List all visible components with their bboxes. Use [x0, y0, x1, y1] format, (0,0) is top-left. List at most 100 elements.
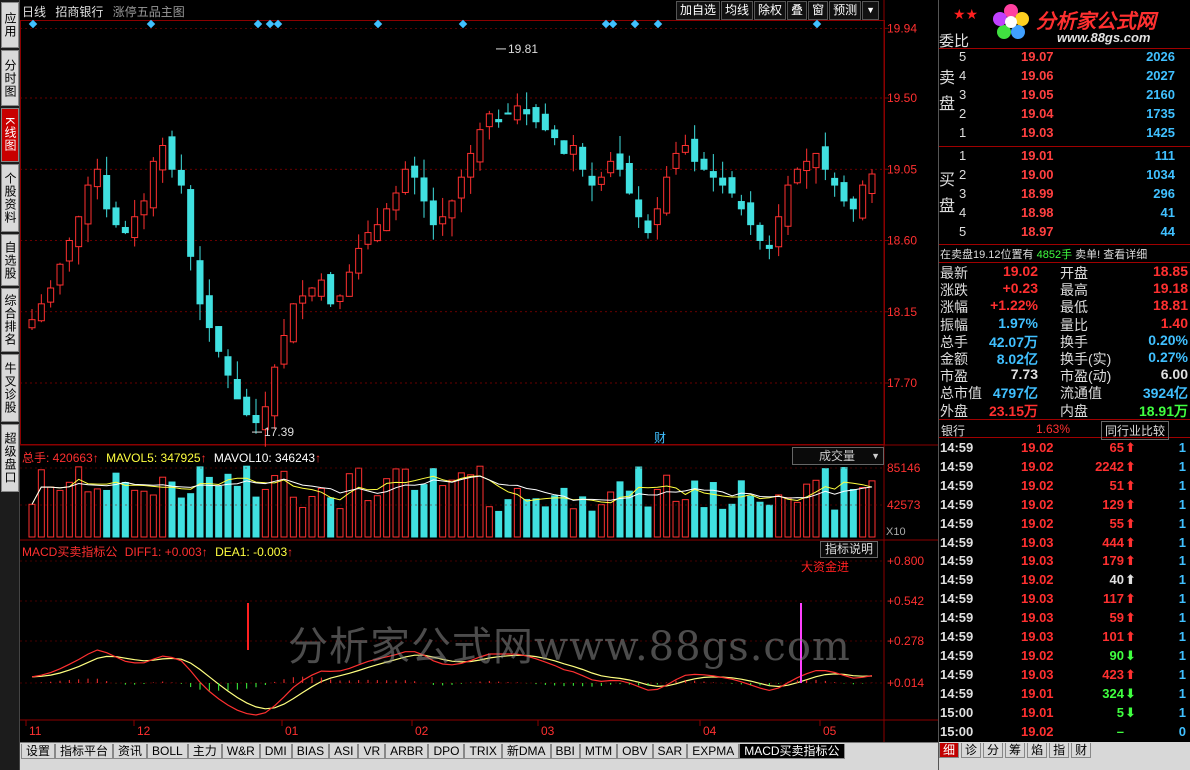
sidebar-item-1[interactable]: 分时图	[1, 50, 19, 106]
volume-bar	[196, 466, 204, 538]
candle	[355, 234, 363, 280]
indicator-tab-1[interactable]: 指标平台	[55, 744, 114, 759]
toolbar-button-1[interactable]: 均线	[721, 1, 754, 20]
sector-name[interactable]: 银行	[941, 422, 965, 439]
sidebar-item-4[interactable]: 自选股	[1, 234, 19, 286]
candle	[859, 180, 867, 221]
sector-bar: 银行 1.63% 同行业比较	[939, 419, 1190, 440]
indicator-tab-7[interactable]: BIAS	[291, 744, 330, 759]
indicator-help-button[interactable]: 指标说明	[820, 541, 878, 558]
quote-row: 外盘 23.15万 内盘 18.91万	[940, 401, 1190, 419]
volume-bar	[168, 481, 176, 538]
indicator-tab-10[interactable]: ARBR	[385, 744, 429, 759]
indicator-tab-9[interactable]: VR	[358, 744, 386, 759]
tick-price: 19.02	[1021, 477, 1054, 493]
volume-bar	[140, 490, 148, 538]
candle	[168, 130, 176, 178]
toolbar-button-0[interactable]: 加自选	[676, 1, 721, 20]
volume-bar	[215, 485, 223, 538]
tick-count: 1	[1178, 477, 1186, 493]
candle	[719, 161, 727, 194]
ask-row[interactable]: 5 19.07 2026	[955, 49, 1190, 68]
kline-chart-area[interactable]: 19.94 19.50 19.05 18.60 18.15 17.70 85146 42573…	[20, 0, 938, 742]
volume-bar	[56, 489, 64, 538]
indicator-tab-12[interactable]: TRIX	[464, 744, 502, 759]
bid-row[interactable]: 2 19.00 1034	[955, 167, 1190, 186]
ask-price: 19.07	[1021, 49, 1054, 64]
rating-stars: ★★	[953, 6, 979, 22]
indicator-tab-3[interactable]: BOLL	[147, 744, 188, 759]
view-detail-link[interactable]: 查看详细	[1103, 249, 1147, 261]
candle	[700, 151, 708, 171]
sidebar-item-3[interactable]: 个股资料	[1, 164, 19, 232]
volume-indicator-select[interactable]: 成交量 ▼	[792, 447, 884, 465]
volume-bar	[103, 489, 111, 538]
volume-bar	[65, 481, 73, 538]
tick-row: 15:00 19.01 5 ⬇ 1	[940, 705, 1190, 724]
indicator-tab-5[interactable]: W&R	[221, 744, 260, 759]
indicator-tab-11[interactable]: DPO	[428, 744, 465, 759]
toolbar-button-4[interactable]: 窗	[808, 1, 829, 20]
volume-bar	[569, 508, 577, 538]
indicator-tab-13[interactable]: 新DMA	[501, 744, 551, 759]
indicator-tab-18[interactable]: EXPMA	[687, 744, 740, 759]
quote-row: 最新 19.02 开盘 18.85	[940, 263, 1190, 281]
volume-bar	[75, 466, 83, 538]
sidebar-item-7[interactable]: 超级盘口	[1, 424, 19, 492]
toolbar-button-3[interactable]: 叠	[787, 1, 808, 20]
template-name[interactable]: 涨停五品主图	[113, 5, 185, 19]
sidebar-item-2[interactable]: K线图	[1, 108, 19, 162]
triangle-down-icon[interactable]: ▼	[862, 1, 880, 20]
right-tab-6[interactable]: 财	[1071, 743, 1092, 758]
candle	[765, 235, 773, 260]
right-tab-3[interactable]: 筹	[1005, 743, 1026, 758]
sidebar-item-0[interactable]: 应用	[1, 2, 19, 48]
x-axis-label: 03	[541, 724, 555, 738]
bid-row[interactable]: 1 19.01 111	[955, 148, 1190, 167]
right-tab-2[interactable]: 分	[983, 743, 1004, 758]
right-tab-0[interactable]: 细	[939, 743, 960, 758]
volume-bar	[299, 506, 307, 538]
bid-volume: 1034	[1146, 167, 1175, 182]
bid-row[interactable]: 4 18.98 41	[955, 205, 1190, 224]
indicator-tab-14[interactable]: BBI	[550, 744, 580, 759]
candle	[65, 237, 73, 272]
candle	[392, 185, 400, 221]
ask-row[interactable]: 1 19.03 1425	[955, 125, 1190, 144]
indicator-tab-17[interactable]: SAR	[652, 744, 688, 759]
toolbar-button-5[interactable]: 预测	[829, 1, 862, 20]
finance-marker[interactable]: 财	[654, 431, 666, 445]
indicator-tab-15[interactable]: MTM	[579, 744, 618, 759]
bid-row[interactable]: 3 18.99 296	[955, 186, 1190, 205]
right-tab-1[interactable]: 诊	[961, 743, 982, 758]
candle	[523, 92, 531, 126]
signal-diamond	[265, 19, 275, 29]
ask-row[interactable]: 3 19.05 2160	[955, 87, 1190, 106]
sidebar-item-5[interactable]: 综合排名	[1, 288, 19, 352]
indicator-tab-4[interactable]: 主力	[187, 744, 222, 759]
indicator-tab-6[interactable]: DMI	[259, 744, 292, 759]
indicator-tab-0[interactable]: 设置	[21, 744, 56, 759]
bid-row[interactable]: 5 18.97 44	[955, 224, 1190, 243]
ask-row[interactable]: 4 19.06 2027	[955, 68, 1190, 87]
sidebar-item-6[interactable]: 牛叉诊股	[1, 354, 19, 422]
quote-value: 7.73	[1010, 366, 1038, 383]
tick-count: 1	[1178, 591, 1186, 607]
volume-bar	[37, 469, 45, 538]
quote-value: 0.20%	[1148, 331, 1188, 348]
volume-bar	[672, 500, 680, 538]
indicator-tab-16[interactable]: OBV	[617, 744, 653, 759]
indicator-tab-8[interactable]: ASI	[329, 744, 359, 759]
tick-row: 14:59 19.03 444 ⬆ 1	[940, 535, 1190, 554]
right-tab-5[interactable]: 指	[1049, 743, 1070, 758]
right-tab-4[interactable]: 焰	[1027, 743, 1048, 758]
industry-compare-button[interactable]: 同行业比较	[1101, 421, 1170, 440]
ask-row[interactable]: 2 19.04 1735	[955, 106, 1190, 125]
volume-bar	[719, 508, 727, 538]
indicator-tab-19[interactable]: MACD买卖指标公	[739, 744, 845, 759]
period-label[interactable]: 日线	[22, 5, 46, 19]
tick-price: 19.03	[1021, 610, 1054, 626]
indicator-tab-2[interactable]: 资讯	[113, 744, 148, 759]
toolbar-button-2[interactable]: 除权	[754, 1, 787, 20]
macd-axis-label: +0.542	[887, 594, 924, 608]
